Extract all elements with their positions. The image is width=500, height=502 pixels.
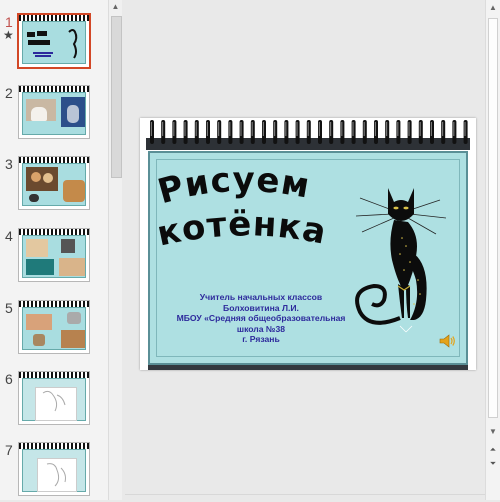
thumbnail-row-6[interactable]: 6 (0, 371, 108, 431)
svg-text:котёнка: котёнка (154, 204, 330, 254)
thumbnail-number: 3 (5, 156, 13, 172)
scrollbar-thumb[interactable] (111, 16, 122, 178)
black-cat-image (355, 188, 447, 333)
speaker-icon[interactable] (438, 332, 456, 350)
slide-thumbnail-3[interactable] (18, 156, 90, 210)
slide-thumbnail-5[interactable] (18, 300, 90, 354)
author-line: Болховитина Л.И. (223, 302, 299, 313)
previous-slide-icon[interactable]: ⏶ (486, 444, 500, 456)
author-line: г. Рязань (242, 334, 280, 344)
scroll-down-arrow-icon[interactable]: ▼ (486, 426, 500, 438)
thumbnail-number: 5 (5, 300, 13, 316)
author-line: Учитель начальных классов (199, 292, 323, 302)
divider (125, 494, 485, 495)
binding-ring (194, 120, 199, 144)
animation-star-icon: ★ (3, 28, 14, 42)
binding-ring (250, 120, 255, 144)
slide-thumbnail-pane: 1 ★ 2 3 4 5 6 7 (0, 0, 108, 500)
binding-ring (183, 120, 188, 144)
slide-thumbnail-6[interactable] (18, 371, 90, 425)
scroll-up-arrow-icon[interactable]: ▲ (109, 0, 122, 14)
scrollbar-thumb[interactable] (488, 18, 498, 418)
author-line: школа №38 (236, 323, 286, 334)
title-line-2: котёнка (154, 204, 329, 254)
thumbnail-number: 7 (5, 442, 13, 458)
thumbnail-scrollbar[interactable]: ▲ (108, 0, 122, 500)
thumbnail-row-5[interactable]: 5 (0, 300, 108, 360)
binding-ring (273, 120, 278, 144)
main-scrollbar[interactable]: ▲ ▼ ⏶ ⏷ (485, 0, 500, 500)
thumbnail-number: 2 (5, 85, 13, 101)
author-info: Учитель начальных классов Болховитина Л.… (176, 292, 346, 345)
thumbnail-number: 6 (5, 371, 13, 387)
binding-ring (329, 120, 334, 144)
binding-ring (351, 120, 356, 144)
thumbnail-row-1[interactable]: 1 ★ (0, 13, 108, 74)
thumbnail-row-3[interactable]: 3 (0, 156, 108, 216)
thumbnail-number: 4 (5, 228, 13, 244)
binding-ring (239, 120, 244, 144)
binding-ring (295, 120, 300, 144)
slide-title: Рисуем котёнка (154, 168, 330, 255)
thumbnail-row-2[interactable]: 2 (0, 85, 108, 145)
next-slide-icon[interactable]: ⏷ (486, 458, 500, 470)
slide-thumbnail-1[interactable] (17, 13, 91, 69)
slide-thumbnail-4[interactable] (18, 228, 90, 282)
slide-thumbnail-2[interactable] (18, 85, 90, 139)
scroll-up-arrow-icon[interactable]: ▲ (486, 2, 500, 14)
thumbnail-row-4[interactable]: 4 (0, 228, 108, 288)
binding-ring (385, 120, 390, 144)
spiral-binding (140, 118, 476, 150)
thumbnail-row-7[interactable]: 7 (0, 442, 108, 502)
card-bottom-edge (148, 365, 468, 370)
slide-thumbnail-7[interactable] (18, 442, 90, 496)
author-line: МБОУ «Средняя общеобразовательная (176, 313, 346, 323)
current-slide[interactable]: Рисуем котёнка Учитель начальных классов… (140, 118, 476, 370)
